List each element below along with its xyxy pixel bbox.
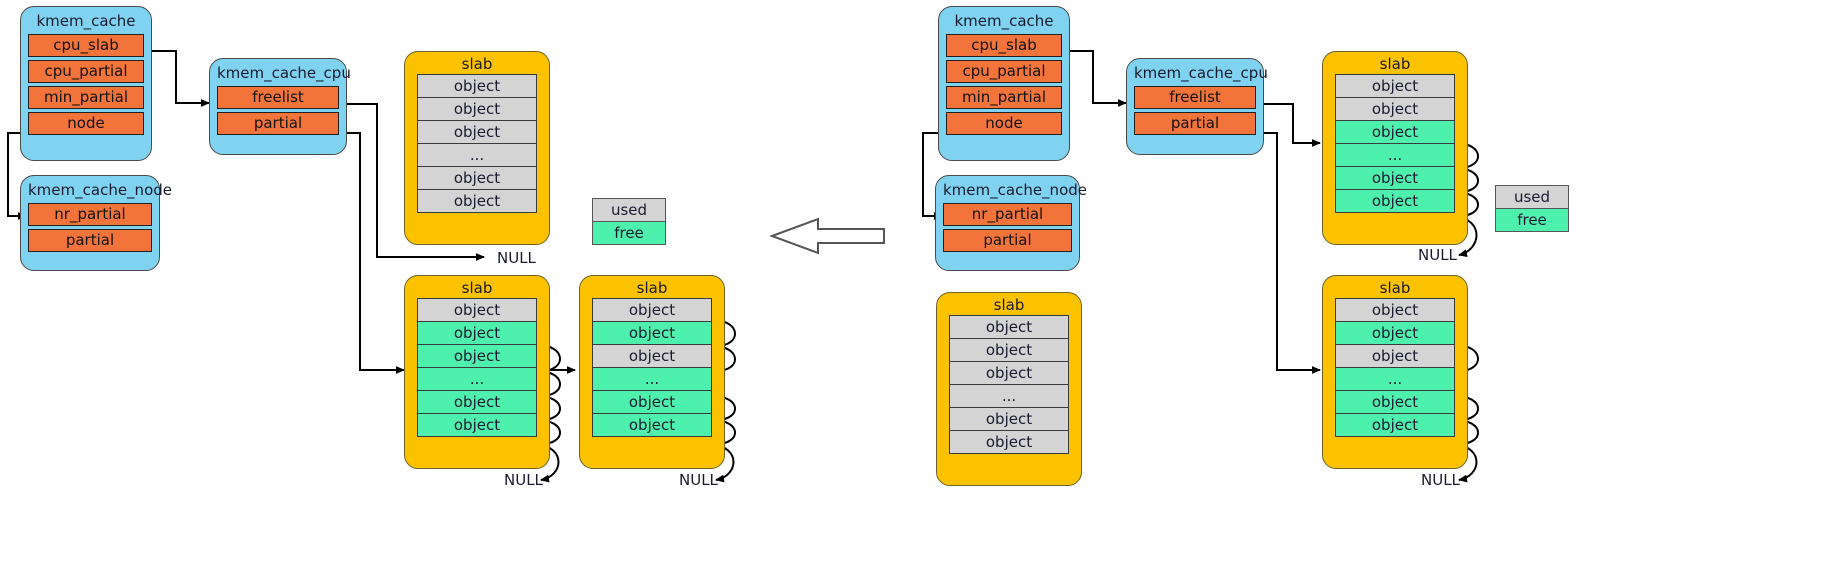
diagram-canvas: kmem_cache cpu_slab cpu_partial min_part… — [0, 0, 1844, 588]
slab-object[interactable]: object — [1335, 97, 1455, 121]
slab-object[interactable]: object — [417, 344, 537, 368]
struct-title: kmem_cache_node — [28, 181, 172, 199]
field-cpu-partial[interactable]: cpu_partial — [28, 60, 144, 83]
legend-swatch-used: used — [1495, 185, 1569, 209]
left-null-label-1: NULL — [497, 249, 536, 267]
field-node[interactable]: node — [28, 112, 144, 135]
right-kmem-cache-cpu-struct: kmem_cache_cpu freelist partial — [1126, 58, 1268, 155]
slab-object[interactable]: object — [417, 97, 537, 121]
left-slab-3: slab object object object ... object obj… — [579, 275, 725, 469]
slab-object[interactable]: object — [949, 361, 1069, 385]
struct-title: kmem_cache_node — [943, 181, 1087, 199]
slab-object[interactable]: object — [417, 189, 537, 213]
right-slab-2: slab object object object ... object obj… — [936, 292, 1082, 486]
left-kmem-cache-cpu-struct: kmem_cache_cpu freelist partial — [209, 58, 351, 155]
slab-object[interactable]: object — [417, 413, 537, 437]
slab-object[interactable]: object — [417, 120, 537, 144]
slab-object[interactable]: object — [592, 413, 712, 437]
slab-object[interactable]: ... — [1335, 143, 1455, 167]
slab-title: slab — [993, 296, 1025, 314]
field-freelist[interactable]: freelist — [1134, 86, 1256, 109]
slab-title: slab — [1379, 55, 1411, 73]
slab-object[interactable]: ... — [417, 143, 537, 167]
slab-object[interactable]: object — [949, 338, 1069, 362]
left-kmem-cache-node-struct: kmem_cache_node nr_partial partial — [20, 175, 172, 271]
slab-title: slab — [1379, 279, 1411, 297]
right-kmem-cache-struct: kmem_cache cpu_slab cpu_partial min_part… — [938, 6, 1070, 161]
legend-swatch-used: used — [592, 198, 666, 222]
left-null-label-2: NULL — [504, 471, 543, 489]
field-freelist[interactable]: freelist — [217, 86, 339, 109]
field-min-partial[interactable]: min_partial — [946, 86, 1062, 109]
slab-object[interactable]: object — [949, 407, 1069, 431]
slab-object[interactable]: object — [417, 166, 537, 190]
slab-object[interactable]: object — [1335, 120, 1455, 144]
right-slab-1: slab object object object ... object obj… — [1322, 51, 1468, 245]
right-kmem-cache-node-struct: kmem_cache_node nr_partial partial — [935, 175, 1087, 271]
transition-arrow-icon — [769, 217, 885, 255]
field-min-partial[interactable]: min_partial — [28, 86, 144, 109]
slab-object[interactable]: object — [949, 315, 1069, 339]
field-node[interactable]: node — [946, 112, 1062, 135]
struct-title: kmem_cache_cpu — [217, 64, 351, 82]
struct-title: kmem_cache — [954, 12, 1054, 30]
slab-object[interactable]: object — [417, 298, 537, 322]
field-cpu-slab[interactable]: cpu_slab — [28, 34, 144, 57]
left-slab-1: slab object object object ... object obj… — [404, 51, 550, 245]
legend-right: used free — [1495, 185, 1569, 232]
slab-object[interactable]: object — [417, 321, 537, 345]
left-slab-2: slab object object object ... object obj… — [404, 275, 550, 469]
slab-object[interactable]: object — [592, 390, 712, 414]
slab-object[interactable]: object — [417, 74, 537, 98]
slab-object[interactable]: ... — [417, 367, 537, 391]
field-partial[interactable]: partial — [1134, 112, 1256, 135]
slab-object[interactable]: object — [592, 344, 712, 368]
slab-object[interactable]: object — [1335, 413, 1455, 437]
field-partial[interactable]: partial — [217, 112, 339, 135]
field-nr-partial[interactable]: nr_partial — [28, 203, 152, 226]
struct-title: kmem_cache — [36, 12, 136, 30]
right-slab-3: slab object object object ... object obj… — [1322, 275, 1468, 469]
right-null-label-2: NULL — [1421, 471, 1460, 489]
right-null-label-1: NULL — [1418, 246, 1457, 264]
slab-object[interactable]: object — [1335, 189, 1455, 213]
slab-object[interactable]: object — [1335, 298, 1455, 322]
slab-title: slab — [461, 55, 493, 73]
field-cpu-partial[interactable]: cpu_partial — [946, 60, 1062, 83]
slab-title: slab — [636, 279, 668, 297]
field-nr-partial[interactable]: nr_partial — [943, 203, 1072, 226]
slab-object[interactable]: ... — [592, 367, 712, 391]
field-partial[interactable]: partial — [28, 229, 152, 252]
slab-object[interactable]: object — [1335, 344, 1455, 368]
field-cpu-slab[interactable]: cpu_slab — [946, 34, 1062, 57]
legend-swatch-free: free — [592, 221, 666, 245]
slab-object[interactable]: object — [1335, 166, 1455, 190]
slab-object[interactable]: object — [949, 430, 1069, 454]
slab-object[interactable]: ... — [949, 384, 1069, 408]
slab-object[interactable]: object — [592, 298, 712, 322]
slab-object[interactable]: object — [592, 321, 712, 345]
slab-title: slab — [461, 279, 493, 297]
field-partial[interactable]: partial — [943, 229, 1072, 252]
slab-object[interactable]: ... — [1335, 367, 1455, 391]
left-null-label-3: NULL — [679, 471, 718, 489]
slab-object[interactable]: object — [417, 390, 537, 414]
struct-title: kmem_cache_cpu — [1134, 64, 1268, 82]
left-kmem-cache-struct: kmem_cache cpu_slab cpu_partial min_part… — [20, 6, 152, 161]
legend-swatch-free: free — [1495, 208, 1569, 232]
slab-object[interactable]: object — [1335, 74, 1455, 98]
legend-left: used free — [592, 198, 666, 245]
slab-object[interactable]: object — [1335, 321, 1455, 345]
slab-object[interactable]: object — [1335, 390, 1455, 414]
